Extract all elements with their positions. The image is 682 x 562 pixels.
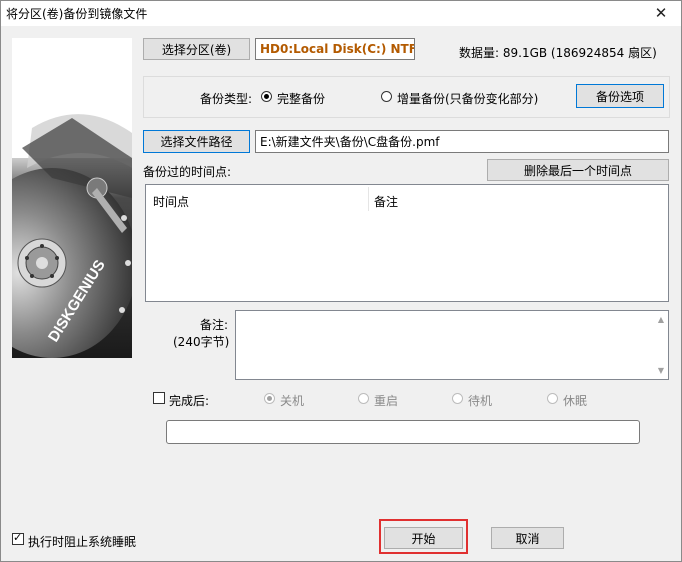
prevent-sleep-checkbox[interactable] — [12, 531, 24, 545]
prevent-sleep-label[interactable]: 执行时阻止系统睡眠 — [28, 533, 136, 550]
delete-last-timepoint-button[interactable]: 删除最后一个时间点 — [487, 159, 669, 181]
start-button[interactable]: 开始 — [384, 527, 463, 549]
notes-textarea[interactable]: ▲ ▼ — [235, 310, 669, 380]
backup-options-button[interactable]: 备份选项 — [576, 84, 664, 108]
shutdown-radio[interactable] — [264, 393, 275, 404]
data-size-text: 数据量: 89.1GB (186924854 扇区) — [459, 46, 657, 60]
close-button[interactable]: ✕ — [646, 2, 676, 24]
hibernate-label: 休眠 — [563, 394, 588, 408]
partition-display: HD0:Local Disk(C:) NTFS 2 — [255, 38, 415, 60]
restart-radio[interactable] — [358, 393, 369, 404]
scroll-up-icon[interactable]: ▲ — [658, 315, 664, 324]
select-partition-button[interactable]: 选择分区(卷) — [143, 38, 250, 60]
progress-bar — [166, 420, 640, 444]
standby-radio[interactable] — [452, 393, 463, 404]
timepoints-label: 备份过的时间点: — [143, 165, 232, 179]
file-path-input[interactable]: E:\新建文件夹\备份\C盘备份.pmf — [255, 130, 669, 153]
full-backup-radio[interactable] — [261, 91, 272, 102]
standby-label: 待机 — [468, 394, 493, 408]
hard-disk-illustration: DISKGENIUS — [12, 38, 132, 358]
column-divider[interactable] — [368, 187, 369, 211]
scroll-down-icon[interactable]: ▼ — [658, 366, 664, 375]
timepoints-list[interactable]: 时间点 备注 — [145, 184, 669, 302]
backup-type-label: 备份类型: — [200, 92, 253, 106]
select-file-path-button[interactable]: 选择文件路径 — [143, 130, 250, 153]
column-header-notes[interactable]: 备注 — [374, 193, 398, 210]
after-complete-label[interactable]: 完成后: — [169, 392, 209, 409]
title-bar: 将分区(卷)备份到镜像文件 ✕ — [0, 0, 682, 26]
incremental-backup-label[interactable]: 增量备份(只备份变化部分) — [397, 90, 538, 107]
full-backup-label[interactable]: 完整备份 — [277, 90, 325, 107]
diskgenius-image: DISKGENIUS — [12, 38, 132, 358]
incremental-backup-radio[interactable] — [381, 91, 392, 102]
column-header-timepoint[interactable]: 时间点 — [153, 193, 189, 210]
notes-label: 备注: — [200, 318, 229, 332]
cancel-button[interactable]: 取消 — [491, 527, 564, 549]
hibernate-radio[interactable] — [547, 393, 558, 404]
shutdown-label: 关机 — [280, 394, 305, 408]
close-icon: ✕ — [654, 4, 668, 22]
restart-label: 重启 — [374, 394, 399, 408]
notes-limit-label: (240字节) — [173, 335, 230, 349]
window-title: 将分区(卷)备份到镜像文件 — [6, 7, 148, 21]
after-complete-checkbox[interactable] — [153, 392, 165, 404]
